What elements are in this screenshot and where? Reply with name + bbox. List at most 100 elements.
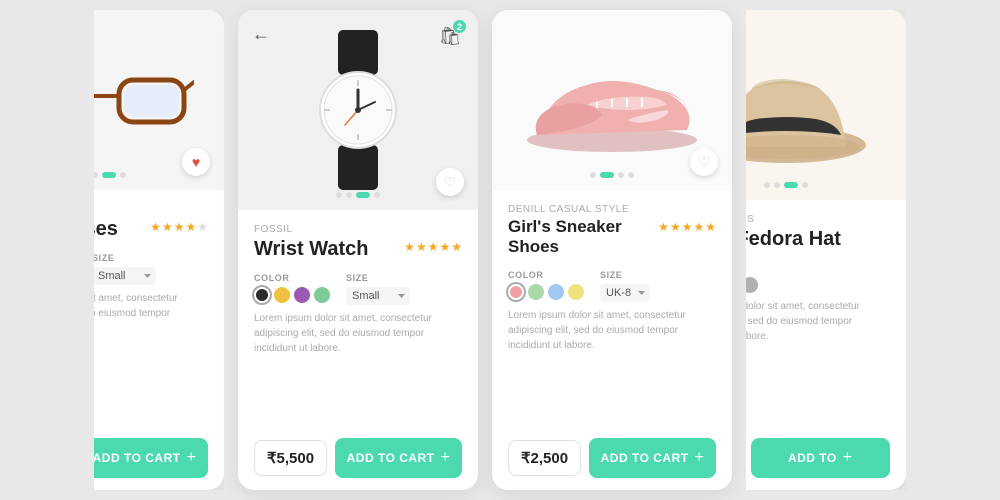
dot-4 [120,172,126,178]
color-dots-sneakers [508,284,584,300]
title-row-watch: Wrist Watch ★ ★ ★ ★ ★ [254,237,462,261]
card-slot-sneakers: ♡ Denill Casual Style Girl's Sneaker Sho… [492,10,732,490]
plus-icon-watch: + [441,449,451,467]
size-group-watch: SIZE SmallMediumLarge [346,273,410,305]
dot-s2-active [600,172,614,178]
cart-badge-watch[interactable]: 🛍 2 [436,22,464,50]
hat-image [746,35,876,175]
color-dot-watch-1[interactable] [254,287,270,303]
star-3: ★ [174,220,185,234]
color-group-sneakers: COLOR [508,270,584,302]
card-hat: ← [746,10,906,490]
card-body-sneakers: Denill Casual Style Girl's Sneaker Shoes… [492,190,732,490]
options-hat: COLOR [746,263,890,293]
cart-count-watch: 2 [453,20,466,33]
add-to-cart-sneakers[interactable]: ADD TO CART + [589,438,716,478]
dot-h2 [774,182,780,188]
color-dot-s2[interactable] [528,284,544,300]
options-watch: COLOR SIZE SmallMediumLarge [254,273,462,305]
price-cta-hat: ₹600 ADD TO + [746,438,890,478]
price-cta-watch: ₹5,500 ADD TO CART + [254,438,462,478]
add-to-cart-label-hat: ADD TO [788,451,837,465]
color-dot-h4[interactable] [746,277,758,293]
color-dots-watch [254,287,330,303]
dot-w2 [346,192,352,198]
stars-watch: ★ ★ ★ ★ ★ [404,240,462,254]
card-image-area-glasses: ♥ [94,10,224,190]
pagination-dots-watch [336,192,380,198]
options-glasses: COLOR SIZE SmallMediumLarge [94,253,208,285]
star-5: ★ [197,220,208,234]
color-label-sneakers: COLOR [508,270,584,280]
dot-s3 [618,172,624,178]
card-slot-eyeglasses: ♥ Reebok Eye Glasses ★ ★ ★ ★ [94,10,224,490]
price-watch: ₹5,500 [254,440,327,476]
card-image-area-hat: ← [746,10,906,200]
wishlist-button-glasses[interactable]: ♥ [182,148,210,176]
color-dot-s1[interactable] [508,284,524,300]
dot-3-active [102,172,116,178]
color-dot-s4[interactable] [568,284,584,300]
card-slot-hat: ← [746,10,906,490]
color-group-hat: COLOR [746,263,758,293]
pagination-dots-hat [764,182,808,188]
pagination-dots-glasses [94,172,126,178]
add-to-cart-label-watch: ADD TO CART [347,451,435,465]
color-group-watch: COLOR [254,273,330,305]
add-to-cart-label-sneakers: ADD TO CART [601,451,689,465]
size-select-glasses[interactable]: SmallMediumLarge [94,267,156,285]
title-row-glasses: Eye Glasses ★ ★ ★ ★ ★ [94,217,208,241]
wishlist-button-sneakers[interactable]: ♡ [690,148,718,176]
watch-image [303,30,413,190]
size-select-watch[interactable]: SmallMediumLarge [346,287,410,305]
dot-s1 [590,172,596,178]
size-label-glasses: SIZE [94,253,156,263]
color-dot-s3[interactable] [548,284,564,300]
color-label-watch: COLOR [254,273,330,283]
description-hat: Lorem ipsum dolor sit amet, consectetur … [746,299,890,428]
add-to-cart-watch[interactable]: ADD TO CART + [335,438,462,478]
card-slot-watch: ← 🛍 2 [238,10,478,490]
title-hat: Chex Fedora Hat [746,227,841,251]
brand-watch: Fossil [254,224,462,235]
pagination-dots-sneakers [590,172,634,178]
heart-filled-icon: ♥ [192,154,200,170]
title-sneakers: Girl's Sneaker Shoes [508,217,652,258]
options-sneakers: COLOR SIZE UK-6UK-7UK-8UK-9 [508,270,716,302]
color-label-hat: COLOR [746,263,758,273]
back-nav-watch[interactable]: ← [252,24,270,45]
card-body-hat: FabSeasons Chex Fedora Hat COLOR [746,200,906,490]
dot-w4 [374,192,380,198]
plus-icon-hat: + [843,449,853,467]
dot-w3-active [356,192,370,198]
title-watch: Wrist Watch [254,237,368,261]
cards-container: ♥ Reebok Eye Glasses ★ ★ ★ ★ [0,0,1000,500]
color-dots-hat [746,277,758,293]
add-to-cart-glasses[interactable]: ADD TO CART + [94,438,208,478]
size-label-sneakers: SIZE [600,270,650,280]
card-eyeglasses: ♥ Reebok Eye Glasses ★ ★ ★ ★ [94,10,224,490]
dot-w1 [336,192,342,198]
add-to-cart-hat[interactable]: ADD TO + [751,438,890,478]
star-1: ★ [150,220,161,234]
size-select-sneakers[interactable]: UK-6UK-7UK-8UK-9 [600,284,650,302]
wishlist-button-watch[interactable]: ♡ [436,168,464,196]
color-dot-watch-3[interactable] [294,287,310,303]
title-row-sneakers: Girl's Sneaker Shoes ★ ★ ★ ★ ★ [508,217,716,258]
color-dot-watch-2[interactable] [274,287,290,303]
price-cta-glasses: ₹1,500 ADD TO CART + [94,438,208,478]
brand-sneakers: Denill Casual Style [508,204,716,215]
dot-h1 [764,182,770,188]
dot-2 [94,172,98,178]
star-2: ★ [162,220,173,234]
description-sneakers: Lorem ipsum dolor sit amet, consectetur … [508,308,716,428]
title-glasses: Eye Glasses [94,217,118,241]
star-4: ★ [185,220,196,234]
sneaker-image [517,45,707,155]
price-cta-sneakers: ₹2,500 ADD TO CART + [508,438,716,478]
dot-h3-active [784,182,798,188]
color-dot-watch-4[interactable] [314,287,330,303]
glasses-image [94,60,194,140]
plus-icon-sneakers: + [695,449,705,467]
price-sneakers: ₹2,500 [508,440,581,476]
